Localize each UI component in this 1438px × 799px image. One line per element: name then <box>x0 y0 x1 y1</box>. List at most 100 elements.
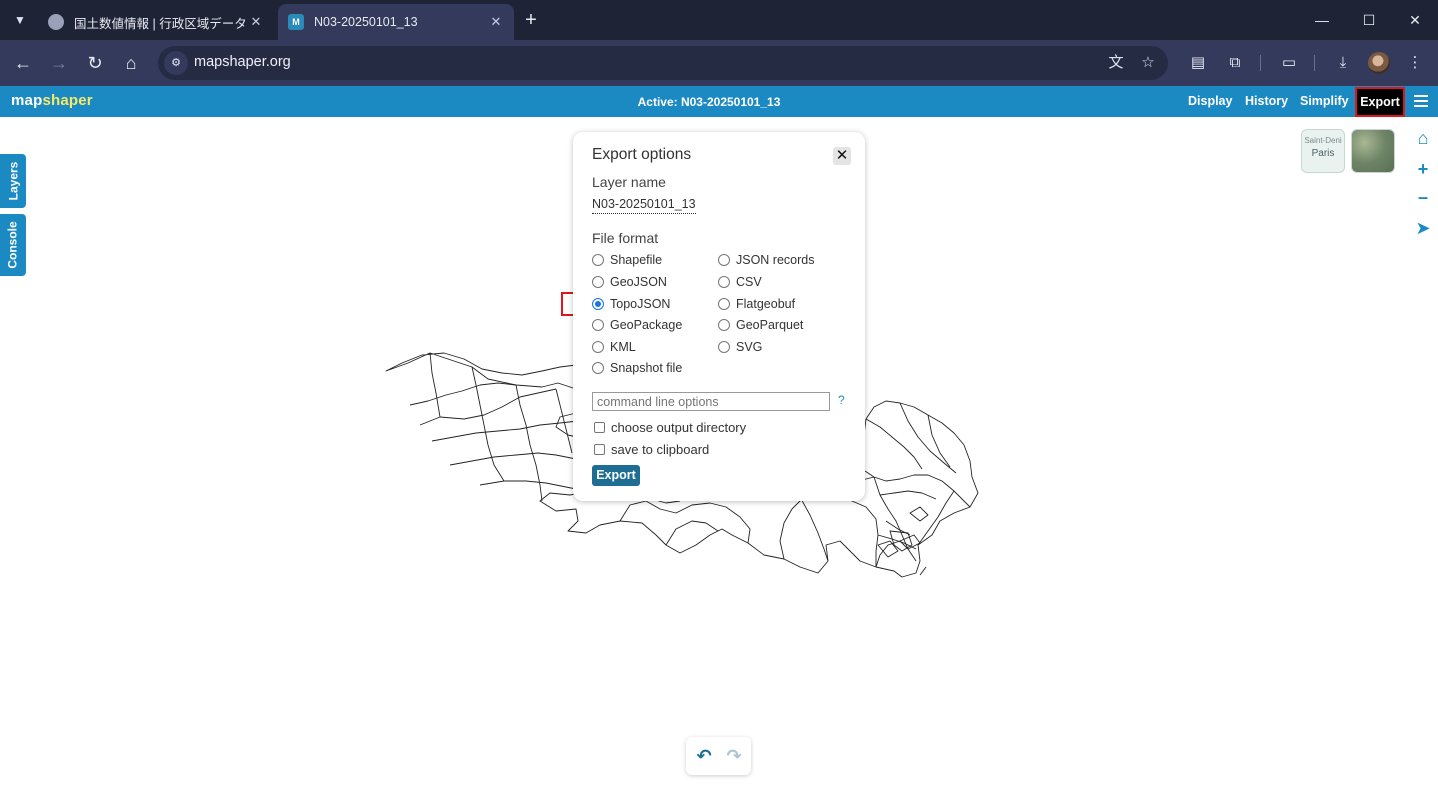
undo-redo-panel: ↶ ↷ <box>686 737 751 775</box>
url-text[interactable]: mapshaper.org <box>194 54 291 70</box>
checkbox-box[interactable] <box>594 422 605 433</box>
browser-toolbar: ← → ↻ ⌂ ⚙ mapshaper.org 文 ☆ ▤ ⧉ ▭ ⤓ ⋮ <box>0 40 1438 86</box>
format-radio-snapshot[interactable]: Snapshot file <box>592 360 682 376</box>
mapshaper-favicon-icon: M <box>288 14 304 30</box>
home-extent-icon[interactable]: ⌂ <box>1413 128 1433 148</box>
toolbar-divider <box>1260 55 1261 71</box>
radio-dot[interactable] <box>718 276 730 288</box>
format-radio-geojson[interactable]: GeoJSON <box>592 274 667 290</box>
export-options-dialog: Export options ✕ Layer name N03-20250101… <box>573 132 865 501</box>
map-border <box>779 490 879 567</box>
file-format-label: File format <box>592 230 659 246</box>
forward-arrow-icon[interactable]: → <box>47 51 71 75</box>
map-border <box>879 490 937 500</box>
back-arrow-icon[interactable]: ← <box>11 51 35 75</box>
radio-label: GeoJSON <box>610 275 667 289</box>
map-border <box>431 420 579 442</box>
maximize-icon[interactable]: ☐ <box>1346 8 1392 32</box>
checkbox-box[interactable] <box>594 444 605 455</box>
radio-dot[interactable] <box>718 254 730 266</box>
bookmark-star-icon[interactable]: ☆ <box>1138 53 1158 73</box>
dialog-export-button[interactable]: Export <box>592 465 640 486</box>
history-button[interactable]: History <box>1245 94 1288 108</box>
tab-title: 国土数値情報 | 行政区域データ <box>74 16 247 31</box>
map-border <box>919 566 927 576</box>
console-tab-label: Console <box>6 221 20 269</box>
format-radio-geopackage[interactable]: GeoPackage <box>592 317 682 333</box>
radio-dot-checked[interactable] <box>592 298 604 310</box>
layer-name-field[interactable]: N03-20250101_13 <box>592 197 696 214</box>
radio-label: KML <box>610 340 636 354</box>
checkbox-label: save to clipboard <box>611 442 710 457</box>
radio-dot[interactable] <box>718 298 730 310</box>
more-menu-icon[interactable]: ⋮ <box>1404 52 1426 74</box>
minimize-icon[interactable]: — <box>1299 8 1345 32</box>
basemap-satellite-thumbnail[interactable] <box>1351 129 1395 173</box>
export-button[interactable]: Export <box>1355 87 1405 117</box>
undo-icon[interactable]: ↶ <box>694 746 714 766</box>
display-button[interactable]: Display <box>1188 94 1232 108</box>
layers-tab[interactable]: Layers <box>0 154 26 208</box>
reload-icon[interactable]: ↻ <box>83 51 107 75</box>
radio-label: GeoPackage <box>610 318 683 332</box>
tab-title: N03-20250101_13 <box>314 15 418 29</box>
simplify-button[interactable]: Simplify <box>1300 94 1349 108</box>
map-border <box>877 540 899 558</box>
radio-label: GeoParquet <box>736 318 804 332</box>
choose-output-dir-checkbox[interactable]: choose output directory <box>594 420 746 435</box>
radio-dot[interactable] <box>592 341 604 353</box>
radio-dot[interactable] <box>592 254 604 266</box>
format-radio-flatgeobuf[interactable]: Flatgeobuf <box>718 296 795 312</box>
address-bar[interactable]: ⚙ mapshaper.org 文 ☆ <box>158 46 1168 80</box>
command-help-link[interactable]: ? <box>838 393 845 407</box>
zoom-in-icon[interactable]: + <box>1413 159 1433 179</box>
format-radio-geoparquet[interactable]: GeoParquet <box>718 317 803 333</box>
radio-dot[interactable] <box>718 319 730 331</box>
format-radio-shapefile[interactable]: Shapefile <box>592 252 662 268</box>
radio-dot[interactable] <box>592 319 604 331</box>
map-border <box>865 418 923 470</box>
command-line-options-input[interactable] <box>592 392 830 411</box>
hamburger-menu-icon[interactable] <box>1414 93 1428 109</box>
format-radio-topojson[interactable]: TopoJSON <box>592 296 670 312</box>
radio-dot[interactable] <box>718 341 730 353</box>
profile-avatar[interactable] <box>1368 52 1390 74</box>
reading-list-icon[interactable]: ▭ <box>1278 52 1300 74</box>
tab-mapshaper[interactable]: M N03-20250101_13 ✕ <box>278 4 514 40</box>
layer-name-label: Layer name <box>592 174 666 190</box>
radio-label: TopoJSON <box>610 297 671 311</box>
toolbar-divider <box>1314 55 1315 71</box>
basemap-label-1: Saint-Deni <box>1304 136 1342 145</box>
new-tab-plus-icon[interactable]: + <box>520 9 542 31</box>
translate-icon[interactable]: 文 <box>1106 53 1126 73</box>
basemap-label-2: Paris <box>1311 148 1335 159</box>
save-to-clipboard-checkbox[interactable]: save to clipboard <box>594 442 709 457</box>
tab-search-chevron-icon[interactable]: ▼ <box>8 8 32 32</box>
site-info-icon[interactable]: ⚙ <box>164 51 188 75</box>
mapshaper-header: mapshaper Active: N03-20250101_13 Displa… <box>0 86 1438 117</box>
download-icon[interactable]: ⤓ <box>1332 52 1354 74</box>
tab-close-icon[interactable]: ✕ <box>488 14 504 30</box>
radio-dot[interactable] <box>592 276 604 288</box>
map-border <box>799 496 829 562</box>
extension-color-icon[interactable]: ▤ <box>1187 52 1209 74</box>
redo-icon[interactable]: ↷ <box>724 746 744 766</box>
extensions-puzzle-icon[interactable]: ⧉ <box>1224 52 1246 74</box>
radio-dot[interactable] <box>592 362 604 374</box>
format-radio-csv[interactable]: CSV <box>718 274 762 290</box>
format-radio-svg[interactable]: SVG <box>718 339 762 355</box>
window-close-icon[interactable]: ✕ <box>1392 8 1438 32</box>
home-icon[interactable]: ⌂ <box>119 51 143 75</box>
dialog-close-icon[interactable]: ✕ <box>833 147 851 165</box>
map-border <box>909 506 929 522</box>
map-border <box>409 382 517 406</box>
console-tab[interactable]: Console <box>0 214 26 276</box>
format-radio-kml[interactable]: KML <box>592 339 636 355</box>
tab-kokudo[interactable]: 国土数値情報 | 行政区域データ ✕ <box>38 4 274 40</box>
pointer-tool-icon[interactable]: ➤ <box>1413 218 1433 238</box>
tab-close-icon[interactable]: ✕ <box>248 14 264 30</box>
map-border <box>515 384 543 502</box>
zoom-out-icon[interactable]: – <box>1413 187 1433 207</box>
format-radio-json-records[interactable]: JSON records <box>718 252 815 268</box>
basemap-streets-thumbnail[interactable]: Saint-Deni Paris <box>1301 129 1345 173</box>
